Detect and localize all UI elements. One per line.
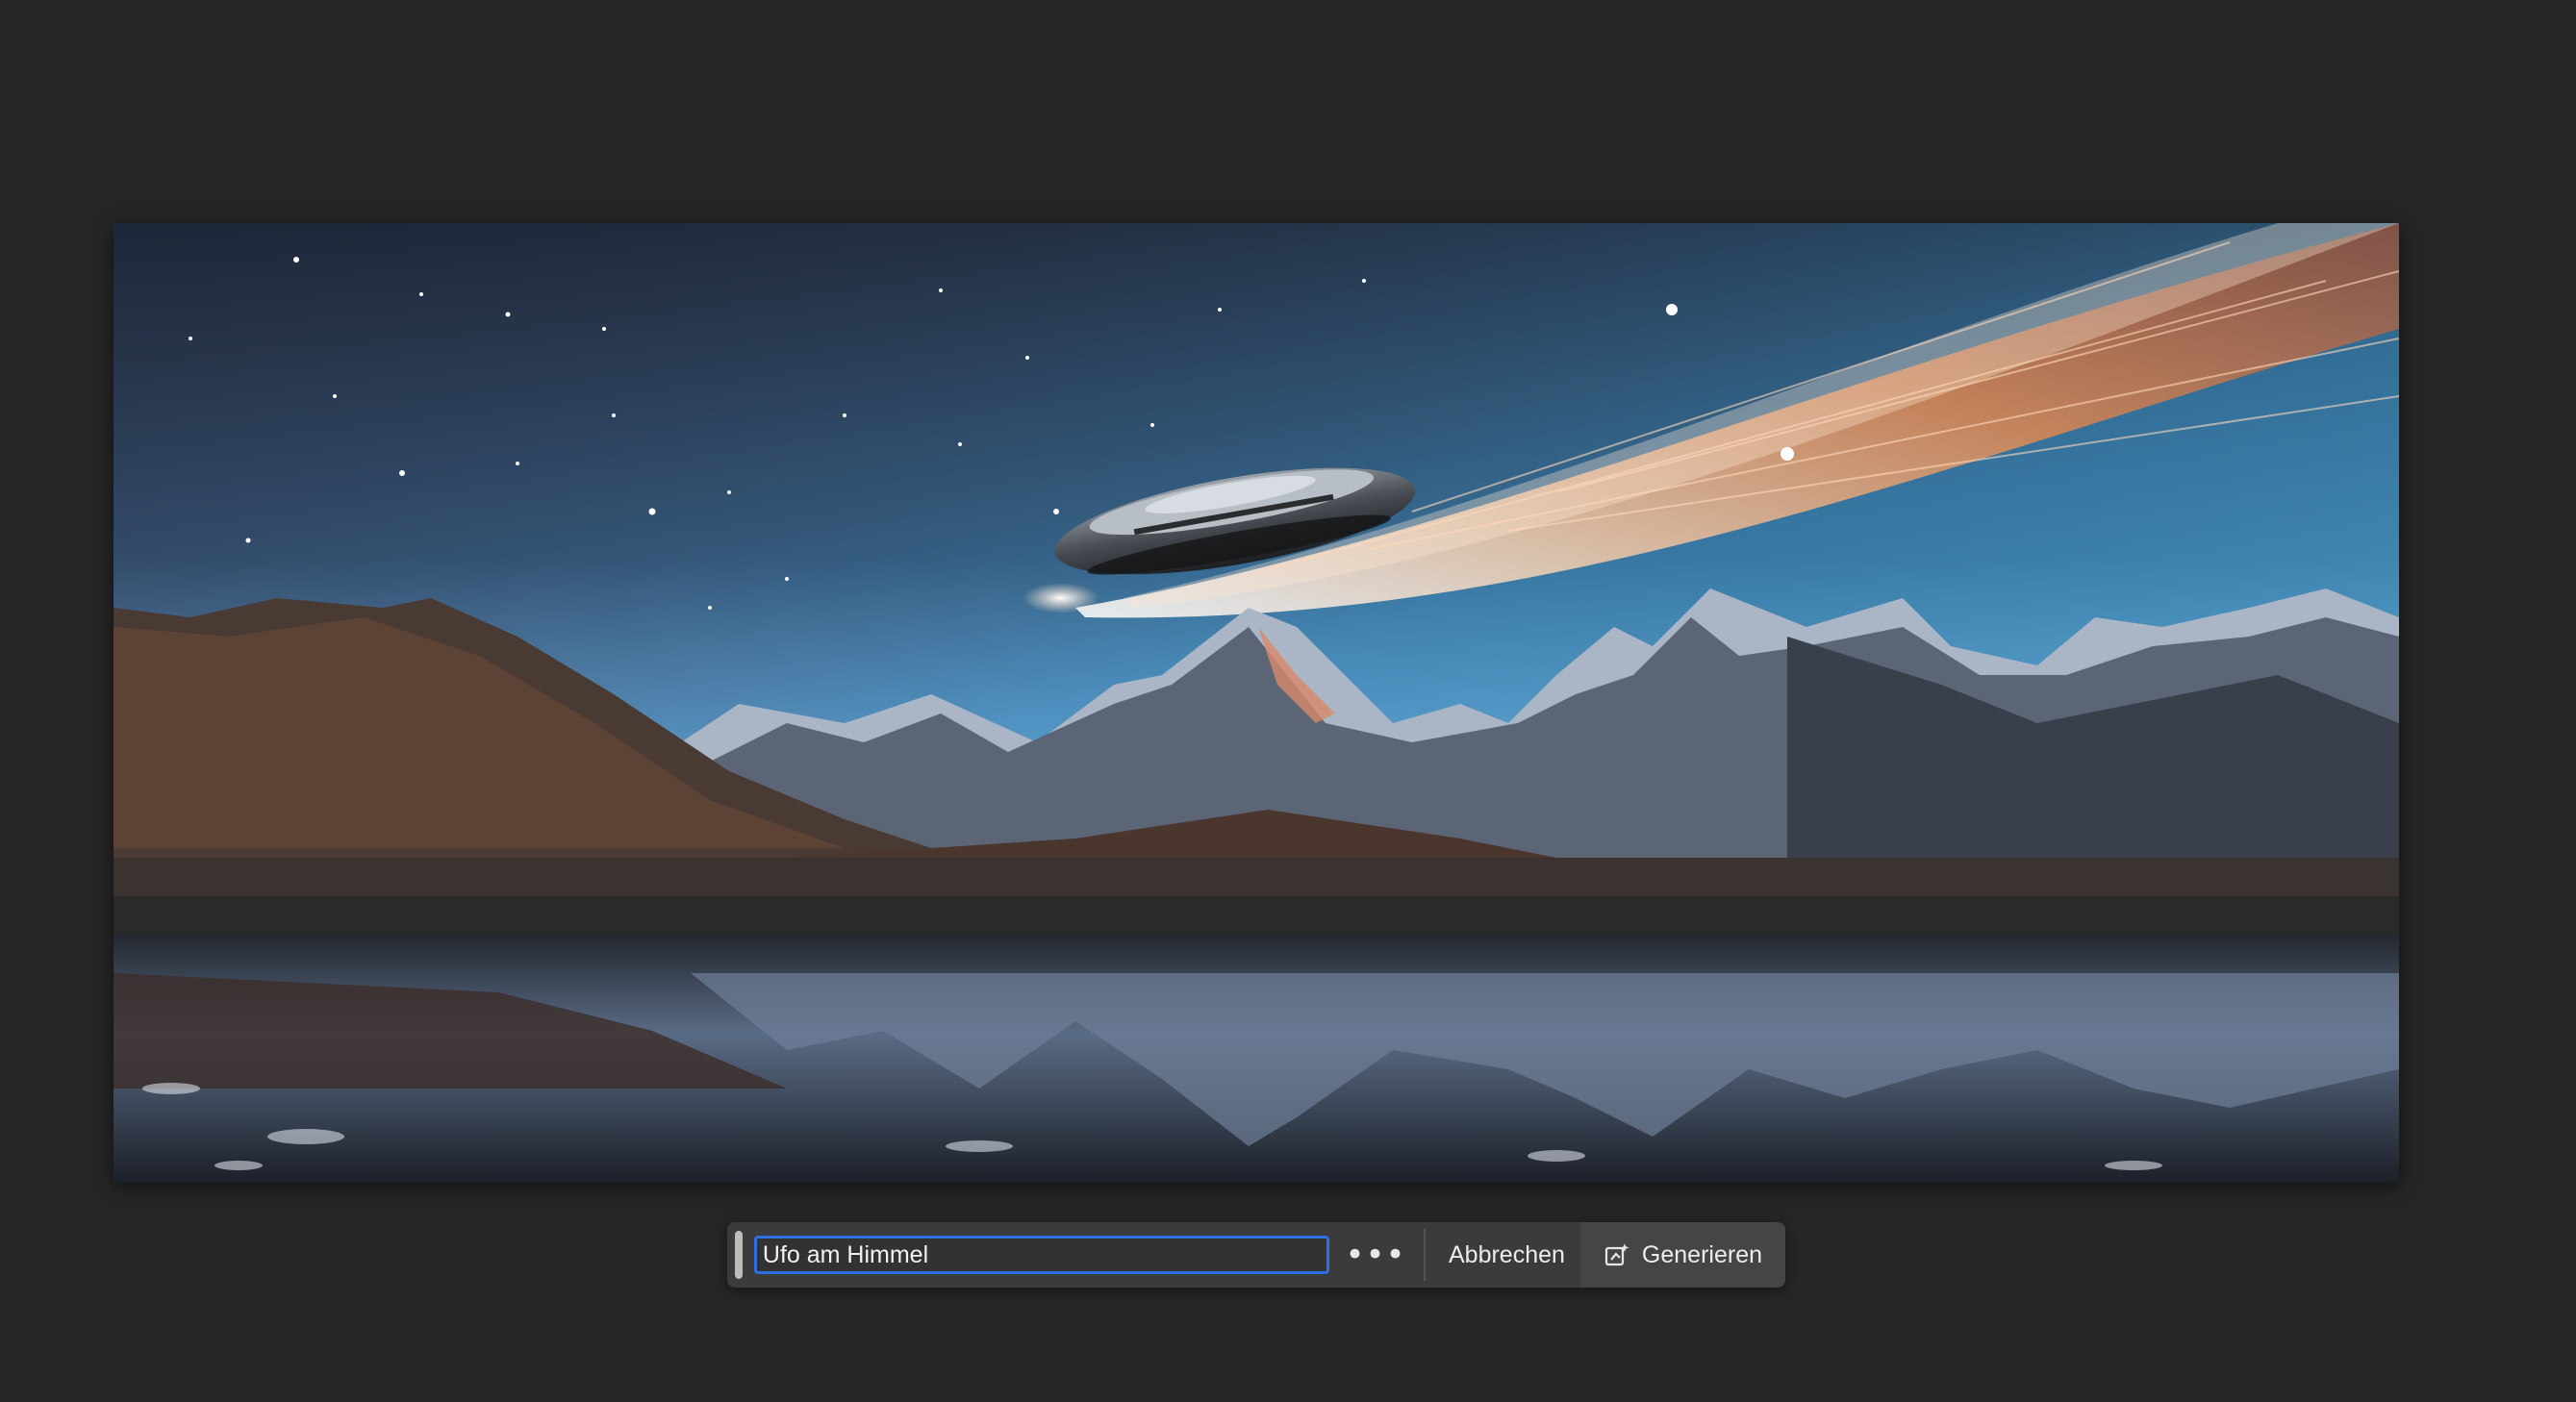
- cancel-button[interactable]: Abbrechen: [1426, 1222, 1580, 1288]
- contextual-taskbar: ••• Abbrechen Generieren: [727, 1222, 1785, 1288]
- drag-handle[interactable]: [735, 1231, 743, 1279]
- more-options-button[interactable]: •••: [1345, 1227, 1406, 1283]
- ellipsis-icon: •••: [1345, 1236, 1406, 1274]
- canvas-image[interactable]: [114, 223, 2399, 1183]
- generate-sparkle-icon: [1604, 1241, 1630, 1268]
- generate-button[interactable]: Generieren: [1579, 1222, 1785, 1288]
- ufo-landscape-image: [114, 223, 2399, 1183]
- workspace: ••• Abbrechen Generieren: [0, 0, 2576, 1402]
- prompt-input[interactable]: [753, 1236, 1330, 1274]
- generate-button-label: Generieren: [1641, 1240, 1762, 1268]
